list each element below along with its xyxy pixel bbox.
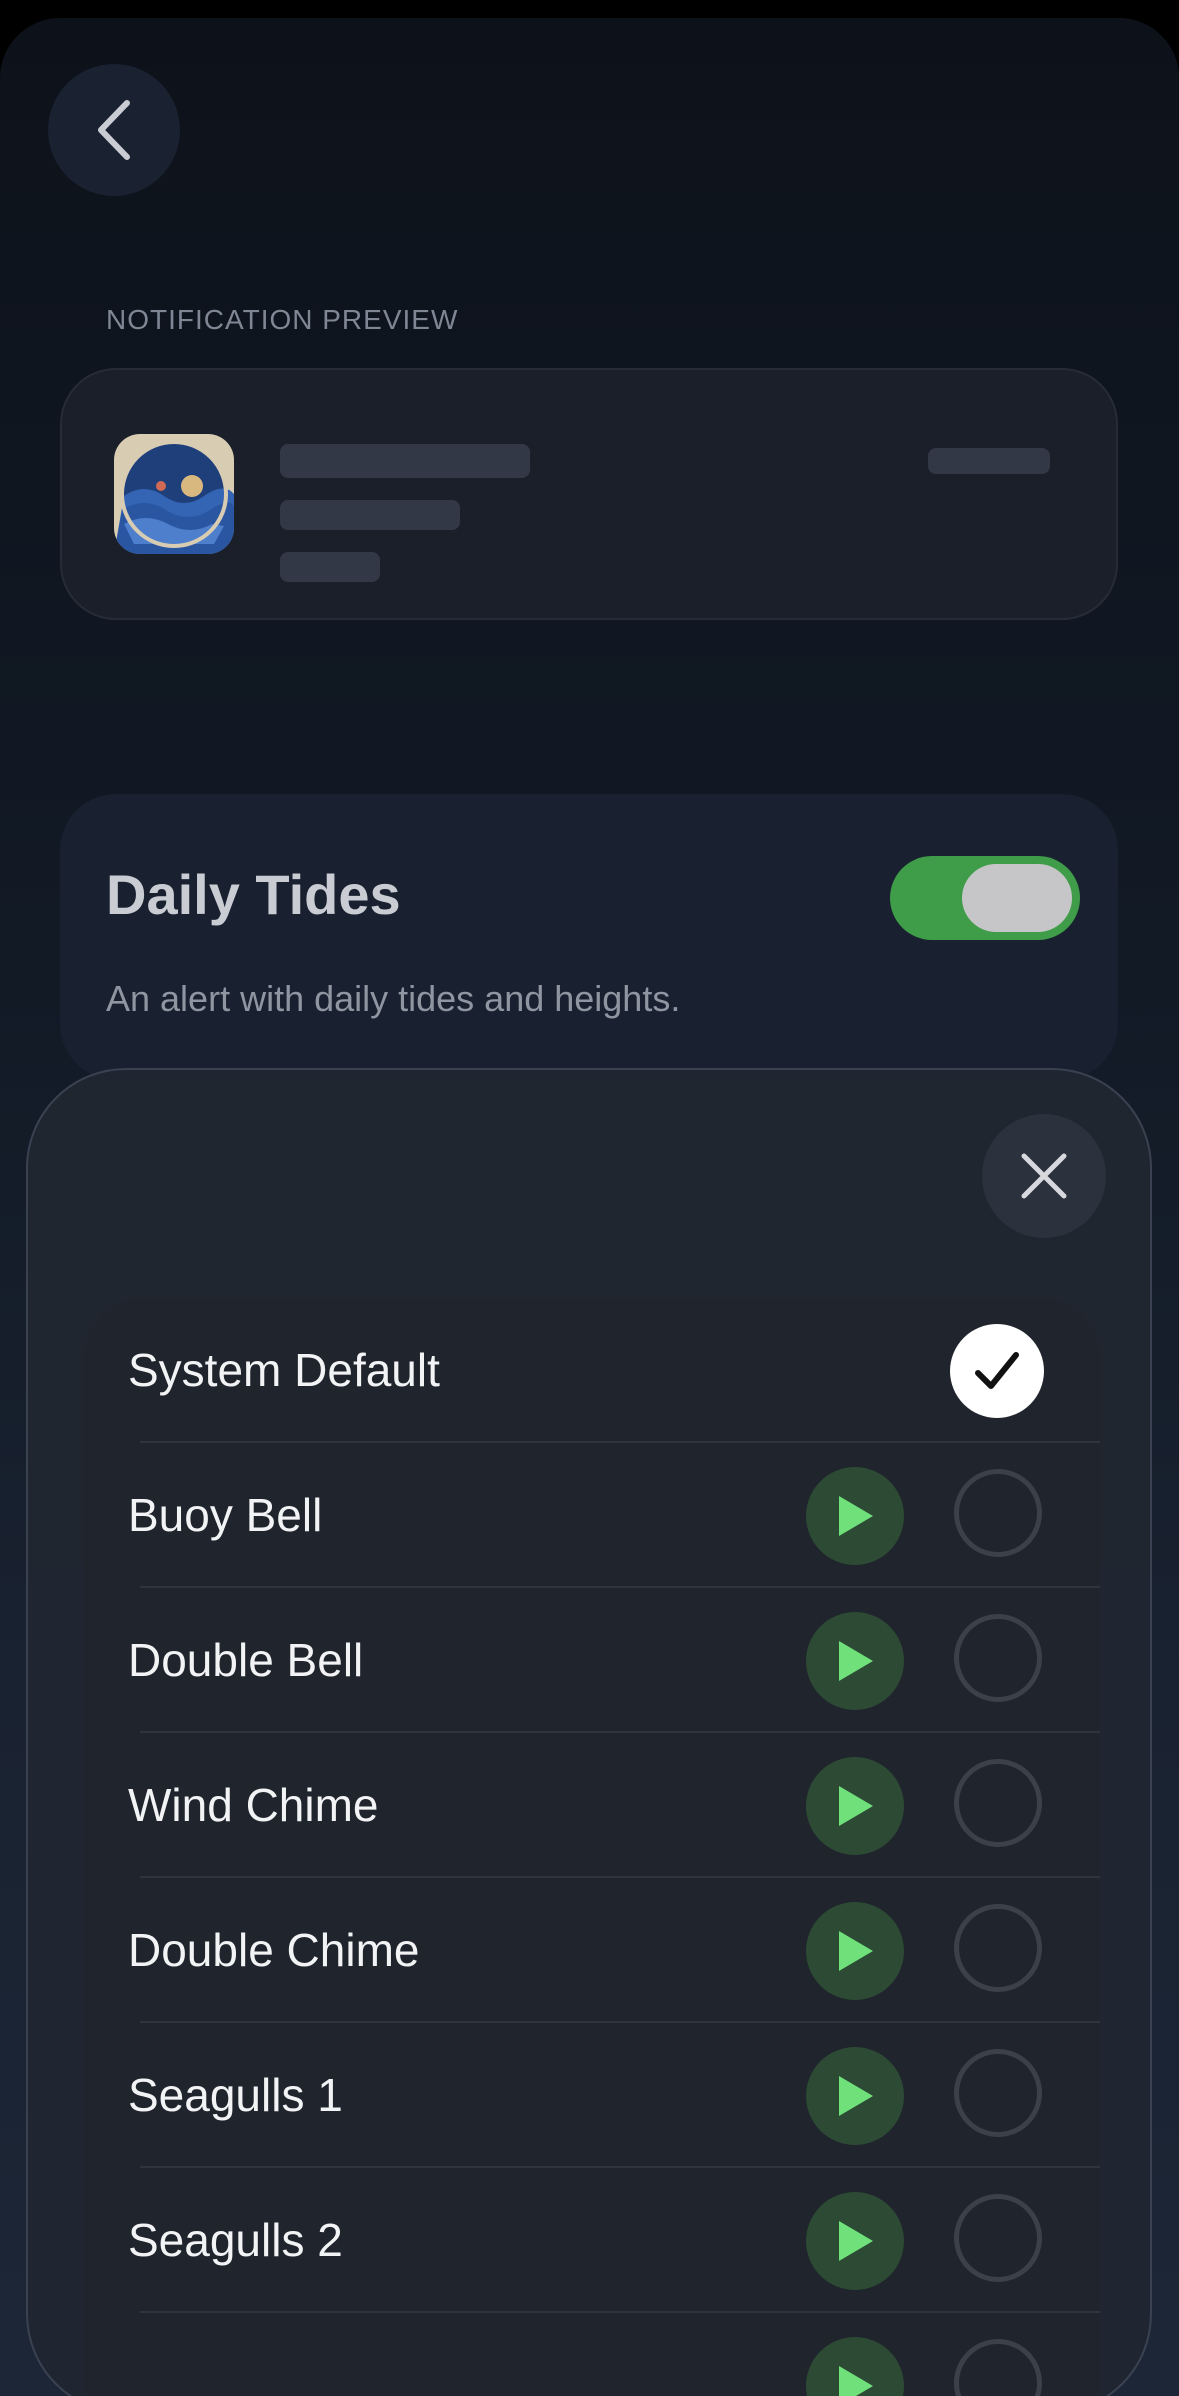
daily-tides-description: An alert with daily tides and heights. — [106, 978, 681, 1019]
back-button[interactable] — [48, 64, 180, 196]
close-icon — [1021, 1153, 1067, 1199]
play-button[interactable] — [806, 2192, 904, 2290]
sound-item-double-bell[interactable]: Double Bell — [84, 1588, 1100, 1733]
play-button[interactable] — [806, 1467, 904, 1565]
placeholder-line — [280, 552, 380, 582]
sound-item-label: System Default — [128, 1344, 440, 1396]
close-button[interactable] — [982, 1114, 1106, 1238]
sound-item-seagulls-2[interactable]: Seagulls 2 — [84, 2168, 1100, 2313]
sound-item-label: Seagulls 2 — [128, 2214, 343, 2266]
sound-item-buoy-bell[interactable]: Buoy Bell — [84, 1443, 1100, 1588]
radio-button[interactable] — [954, 1614, 1042, 1702]
play-icon — [839, 2076, 873, 2116]
sound-item-label: Seagulls 1 — [128, 2069, 343, 2121]
placeholder-time — [928, 448, 1050, 474]
placeholder-subtitle — [280, 500, 460, 530]
chevron-left-icon — [98, 100, 130, 160]
play-icon — [839, 2221, 873, 2261]
sound-item-double-chime[interactable]: Double Chime — [84, 1878, 1100, 2023]
checkmark-icon[interactable] — [950, 1324, 1044, 1418]
play-button[interactable] — [806, 2047, 904, 2145]
play-icon — [839, 1786, 873, 1826]
sound-item-wind-chime[interactable]: Wind Chime — [84, 1733, 1100, 1878]
play-button[interactable] — [806, 1902, 904, 2000]
radio-button[interactable] — [954, 2339, 1042, 2396]
sound-item-label: Wind Chime — [128, 1779, 379, 1831]
play-button[interactable] — [806, 2337, 904, 2396]
placeholder-title — [280, 444, 530, 478]
radio-button[interactable] — [954, 2194, 1042, 2282]
play-icon — [839, 1496, 873, 1536]
screen: NOTIFICATION PREVIEW Daily Tides An aler… — [0, 18, 1179, 2396]
sound-item-label: Buoy Bell — [128, 1489, 323, 1541]
tide-wave-app-icon — [114, 434, 234, 554]
sound-list: System Default Buoy Bell Double Bell Win… — [84, 1298, 1100, 2396]
sound-item-seagulls-1[interactable]: Seagulls 1 — [84, 2023, 1100, 2168]
sound-item-partial[interactable] — [84, 2313, 1100, 2396]
sound-item-system-default[interactable]: System Default — [84, 1298, 1100, 1443]
sound-item-label: Double Bell — [128, 1634, 364, 1686]
play-button[interactable] — [806, 1757, 904, 1855]
daily-tides-card: Daily Tides An alert with daily tides an… — [60, 794, 1118, 1080]
play-icon — [839, 2366, 873, 2396]
radio-button[interactable] — [954, 1469, 1042, 1557]
play-icon — [839, 1931, 873, 1971]
section-label: NOTIFICATION PREVIEW — [106, 304, 459, 335]
sound-picker-sheet: System Default Buoy Bell Double Bell Win… — [26, 1068, 1152, 2396]
daily-tides-toggle[interactable] — [890, 856, 1080, 940]
radio-button[interactable] — [954, 1759, 1042, 1847]
daily-tides-title: Daily Tides — [106, 863, 401, 926]
radio-button[interactable] — [954, 1904, 1042, 1992]
sound-item-label: Double Chime — [128, 1924, 420, 1976]
radio-button[interactable] — [954, 2049, 1042, 2137]
play-button[interactable] — [806, 1612, 904, 1710]
play-icon — [839, 1641, 873, 1681]
toggle-knob — [962, 864, 1072, 932]
notification-preview-card — [60, 368, 1118, 620]
